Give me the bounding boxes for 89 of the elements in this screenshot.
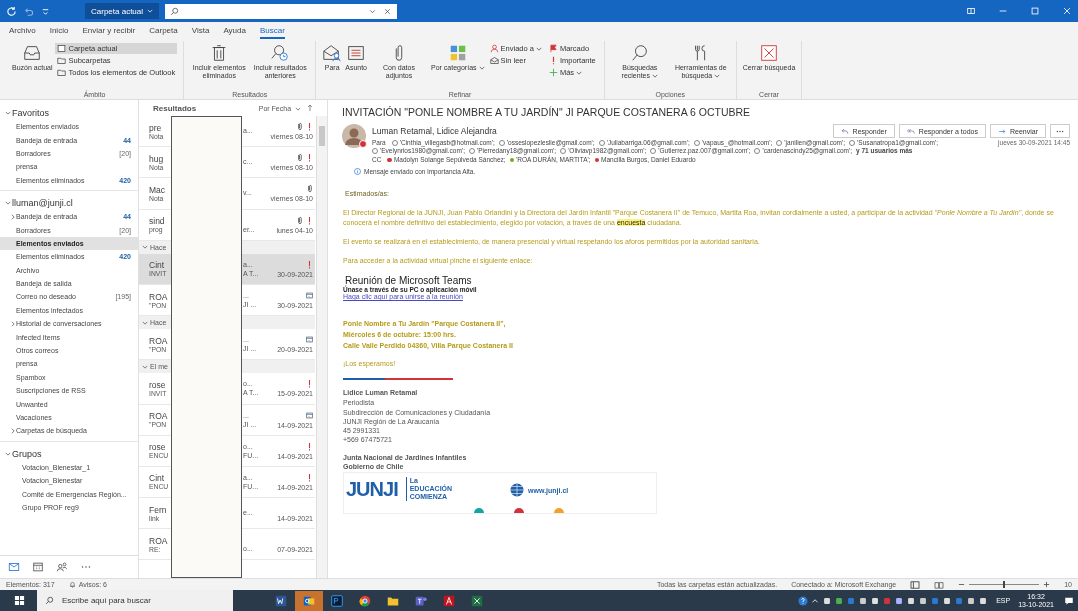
sender-name: ROA xyxy=(149,291,168,302)
message-subject: INVITACIÓN "PONLE NOMBRE A TU JARDÍN" JI PARQUE COSTANERA 6 OCTUBRE xyxy=(342,106,752,118)
caret-icon xyxy=(295,106,301,111)
sender-name: hug xyxy=(149,153,164,164)
menu-tab[interactable]: Vista xyxy=(191,26,210,39)
scope-dropdown[interactable]: Carpeta actual xyxy=(85,3,160,19)
arrow-up-icon[interactable] xyxy=(307,104,313,112)
caret-icon xyxy=(576,71,583,75)
caret-icon xyxy=(147,9,154,14)
sender-name: sind xyxy=(149,216,165,227)
search-icon xyxy=(45,596,54,605)
chevron-icon xyxy=(142,319,148,326)
tray-icon[interactable] xyxy=(978,595,989,606)
forward-icon xyxy=(998,127,1006,135)
sender-name: pre xyxy=(149,122,162,133)
reply-icon xyxy=(840,127,849,135)
caret-icon xyxy=(651,74,658,79)
chevron-icon xyxy=(10,320,16,327)
logo-text: JUNJI xyxy=(346,477,398,502)
mail-app-icon[interactable] xyxy=(295,590,323,611)
tray-icon[interactable] xyxy=(966,595,977,606)
person-icon xyxy=(489,44,499,53)
sender-name: ROA xyxy=(149,411,168,422)
folder-section-header[interactable]: Grupos xyxy=(0,446,42,461)
bell-icon xyxy=(68,581,76,588)
sender-name: ROA xyxy=(149,535,168,546)
sender-name: Cint xyxy=(149,260,165,271)
close-icon[interactable] xyxy=(383,6,393,16)
folder-section-header[interactable]: lluman@junji.cl xyxy=(0,195,73,210)
folder-section-header[interactable]: Favoritos xyxy=(0,106,49,120)
tray-icon[interactable] xyxy=(822,595,833,606)
tray-icon[interactable] xyxy=(858,595,869,606)
scrollbar[interactable] xyxy=(316,116,327,578)
normal-view-icon[interactable] xyxy=(910,580,921,589)
inbox-tray-icon xyxy=(22,43,43,63)
reply-all-icon xyxy=(906,127,915,135)
lines-icon xyxy=(346,43,367,63)
search-icon xyxy=(170,6,180,16)
chevron-icon xyxy=(5,110,11,116)
meeting-title: Reunión de Microsoft Teams xyxy=(345,275,473,286)
window-layout-icon[interactable] xyxy=(966,6,976,16)
menu-tab[interactable]: Enviar y recibir xyxy=(82,26,136,39)
close-icon[interactable] xyxy=(1062,6,1072,16)
search-field[interactable] xyxy=(165,3,398,19)
globe-icon xyxy=(510,483,525,498)
windows-start-icon[interactable] xyxy=(14,595,25,606)
chevron-icon xyxy=(142,244,148,251)
tray-icon[interactable] xyxy=(894,595,905,606)
menu-tab[interactable]: Inicio xyxy=(49,26,69,39)
sender-name: Cint xyxy=(149,473,165,484)
sender-name: Mac xyxy=(149,184,166,195)
chevron-icon xyxy=(10,427,16,434)
envelope-icon xyxy=(489,56,499,65)
chevron-icon xyxy=(142,363,148,370)
square-icon xyxy=(57,44,67,53)
sync-icon[interactable] xyxy=(6,5,17,17)
tray-icon[interactable] xyxy=(942,595,953,606)
menu-tab[interactable]: Buscar xyxy=(259,26,285,39)
reading-view-icon[interactable] xyxy=(934,580,945,589)
sender-name: Fern xyxy=(149,504,167,515)
zoom-out-icon[interactable] xyxy=(958,581,966,588)
caret-icon xyxy=(714,74,721,79)
zoom-in-icon[interactable] xyxy=(1043,581,1051,588)
menu-tab[interactable]: Ayuda xyxy=(223,26,246,39)
taskbar-search-field[interactable]: Escribe aquí para buscar xyxy=(37,590,233,611)
tray-icon[interactable] xyxy=(906,595,917,606)
sender-name: rose xyxy=(149,442,166,453)
notifications-icon[interactable] xyxy=(1064,595,1074,606)
tray-icon[interactable] xyxy=(918,595,929,606)
maximize-icon[interactable] xyxy=(1030,6,1040,16)
menu-tab[interactable]: Carpeta xyxy=(149,26,178,39)
list-title: Resultados xyxy=(153,103,198,113)
mail-icon[interactable] xyxy=(8,561,20,573)
caret-icon xyxy=(478,66,485,71)
avatar-icon xyxy=(342,124,366,148)
info-icon xyxy=(354,168,361,175)
flag-icon xyxy=(548,44,558,53)
sender-name: rose xyxy=(149,379,166,390)
help-icon[interactable] xyxy=(798,595,809,606)
people-icon[interactable] xyxy=(56,561,68,573)
calendar-icon[interactable] xyxy=(32,561,44,573)
sender-name: ROA xyxy=(149,335,168,346)
caret-icon xyxy=(535,47,542,51)
sender-name: Luman Retamal, Lidice Alejandra xyxy=(372,126,497,136)
menu-tab[interactable]: Archivo xyxy=(9,26,36,39)
tray-icon[interactable] xyxy=(870,595,881,606)
chevron-icon xyxy=(5,450,11,457)
tray-icon[interactable] xyxy=(834,595,845,606)
plus-icon xyxy=(548,68,558,77)
